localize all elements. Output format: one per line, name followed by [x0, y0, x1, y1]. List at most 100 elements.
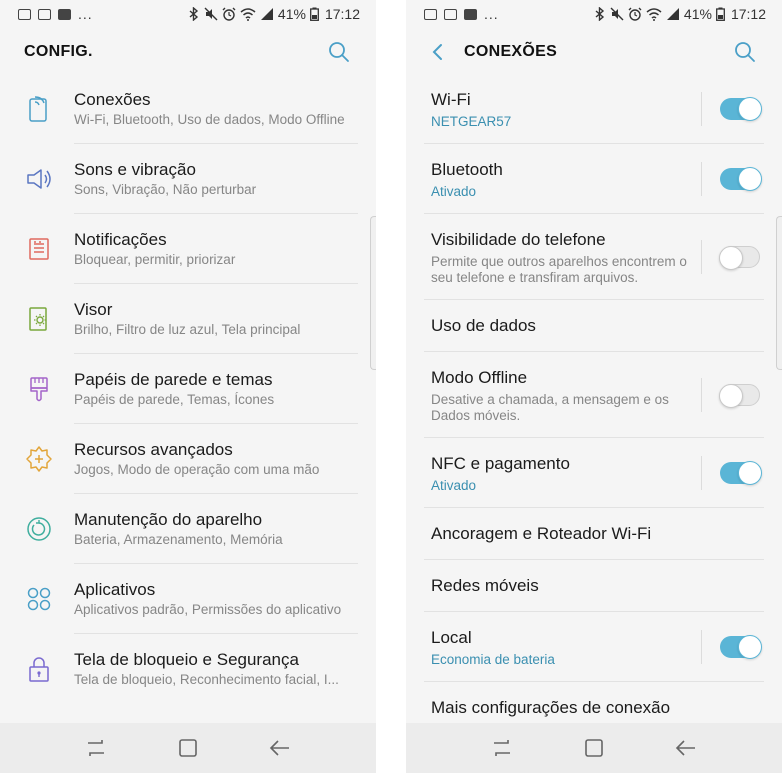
- clock: 17:12: [730, 6, 766, 22]
- connections-item-title: Uso de dados: [431, 316, 536, 335]
- alarm-icon: [222, 7, 236, 21]
- toggle-switch[interactable]: [720, 635, 762, 659]
- settings-item-title: Sons e vibração: [74, 160, 196, 179]
- connections-item[interactable]: Redes móveis: [406, 560, 782, 612]
- battery-percent: 41%: [277, 6, 306, 22]
- settings-item-notifications[interactable]: Notificações Bloquear, permitir, prioriz…: [0, 214, 376, 284]
- connections-item-text: Redes móveis: [431, 575, 760, 597]
- home-icon: [585, 739, 603, 757]
- toggle-knob: [738, 635, 762, 659]
- connections-item[interactable]: Ancoragem e Roteador Wi-Fi: [406, 508, 782, 560]
- settings-item-display[interactable]: Visor Brilho, Filtro de luz azul, Tela p…: [0, 284, 376, 354]
- toggle-knob: [719, 246, 743, 270]
- connections-item-title: Local: [431, 627, 472, 647]
- connections-item-text: Uso de dados: [431, 315, 760, 337]
- settings-item-subtitle: Tela de bloqueio, Reconhecimento facial,…: [74, 672, 339, 687]
- settings-item-subtitle: Papéis de parede, Temas, Ícones: [74, 392, 275, 407]
- toggle-switch[interactable]: [720, 97, 762, 121]
- settings-item-text: Tela de bloqueio e Segurança Tela de blo…: [74, 649, 376, 689]
- settings-item-subtitle: Brilho, Filtro de luz azul, Tela princip…: [74, 322, 301, 337]
- toggle-knob: [738, 461, 762, 485]
- settings-item-title: Notificações: [74, 230, 167, 249]
- left-scrollbar-handle[interactable]: [370, 216, 376, 370]
- settings-item-gear-plus[interactable]: Recursos avançados Jogos, Modo de operaç…: [0, 424, 376, 494]
- alarm-icon: [628, 7, 642, 21]
- bluetooth-icon: [189, 7, 198, 21]
- settings-item-text: Recursos avançados Jogos, Modo de operaç…: [74, 439, 376, 479]
- connections-item-text: Modo Offline Desative a chamada, a mensag…: [431, 367, 687, 424]
- connections-item-text: Wi-Fi NETGEAR57: [431, 89, 687, 130]
- connections-item-subtitle: NETGEAR57: [431, 113, 512, 129]
- app-notification-icon: [58, 8, 71, 20]
- connections-item[interactable]: Uso de dados: [406, 300, 782, 352]
- toggle-switch[interactable]: [720, 167, 762, 191]
- connections-item[interactable]: Bluetooth Ativado: [406, 144, 782, 214]
- header: CONFIG.: [0, 30, 376, 74]
- wifi-icon: [646, 7, 662, 21]
- toggle-switch[interactable]: [719, 384, 760, 408]
- settings-item-subtitle: Bloquear, permitir, priorizar: [74, 252, 236, 267]
- settings-item-subtitle: Sons, Vibração, Não perturbar: [74, 182, 257, 197]
- toggle-divider: [701, 240, 702, 274]
- search-button[interactable]: [326, 39, 352, 65]
- email-notification-icon: [424, 8, 437, 20]
- toggle-divider: [701, 630, 702, 664]
- settings-item-speaker[interactable]: Sons e vibração Sons, Vibração, Não pert…: [0, 144, 376, 214]
- back-arrow-icon: [269, 740, 289, 756]
- connections-list: Wi-Fi NETGEAR57 Bluetooth Ativado Visibili…: [406, 74, 782, 734]
- settings-item-lock[interactable]: Tela de bloqueio e Segurança Tela de blo…: [0, 634, 376, 704]
- recents-button[interactable]: [82, 734, 110, 762]
- display-icon: [0, 284, 74, 354]
- settings-item-connections[interactable]: Conexões Wi-Fi, Bluetooth, Uso de dados,…: [0, 74, 376, 144]
- email-notification-icon: [18, 8, 31, 20]
- right-scrollbar-handle[interactable]: [776, 216, 782, 370]
- home-button[interactable]: [174, 734, 202, 762]
- brush-icon: [0, 354, 74, 424]
- back-nav-button[interactable]: [426, 37, 448, 67]
- toggle-divider: [701, 162, 702, 196]
- connections-item-subtitle: Economia de bateria: [431, 651, 555, 667]
- signal-icon: [260, 8, 273, 20]
- speaker-icon: [0, 144, 74, 214]
- settings-item-title: Papéis de parede e temas: [74, 370, 273, 389]
- toggle-knob: [719, 384, 743, 408]
- back-button[interactable]: [266, 734, 294, 762]
- navigation-bar: [406, 723, 782, 773]
- settings-item-text: Notificações Bloquear, permitir, prioriz…: [74, 229, 376, 269]
- home-button[interactable]: [580, 734, 608, 762]
- gallery-notification-icon: [444, 8, 457, 20]
- settings-item-text: Conexões Wi-Fi, Bluetooth, Uso de dados,…: [74, 89, 376, 129]
- page-title: CONFIG.: [24, 43, 93, 60]
- connections-icon: [0, 74, 74, 144]
- toggle-switch[interactable]: [719, 246, 760, 270]
- connections-item[interactable]: Wi-Fi NETGEAR57: [406, 74, 782, 144]
- search-button[interactable]: [732, 39, 758, 65]
- connections-item-text: Ancoragem e Roteador Wi-Fi: [431, 523, 760, 545]
- connections-screen: ... 41% 17:12 CONEXÕES Wi-Fi NETGEAR57 Bl…: [406, 0, 782, 773]
- toggle-divider: [701, 378, 702, 412]
- connections-item[interactable]: Modo Offline Desative a chamada, a mensag…: [406, 352, 782, 438]
- signal-icon: [666, 8, 679, 20]
- settings-item-text: Visor Brilho, Filtro de luz azul, Tela p…: [74, 299, 376, 339]
- settings-item-title: Tela de bloqueio e Segurança: [74, 650, 299, 669]
- app-notification-icon: [464, 8, 477, 20]
- connections-item[interactable]: Visibilidade do telefone Permite que outr…: [406, 214, 782, 300]
- screen-separator: [370, 0, 406, 773]
- settings-screen: ... 41% 17:12 CONFIG. Conexões Wi-Fi, Bl…: [0, 0, 376, 773]
- toggle-switch[interactable]: [720, 461, 762, 485]
- settings-item-brush[interactable]: Papéis de parede e temas Papéis de pared…: [0, 354, 376, 424]
- connections-item[interactable]: NFC e pagamento Ativado: [406, 438, 782, 508]
- connections-item[interactable]: Local Economia de bateria: [406, 612, 782, 682]
- recents-icon: [88, 740, 104, 756]
- connections-item-title: Ancoragem e Roteador Wi-Fi: [431, 524, 652, 543]
- mute-icon: [610, 7, 624, 21]
- connections-item-text: Visibilidade do telefone Permite que outr…: [431, 229, 687, 286]
- recents-button[interactable]: [488, 734, 516, 762]
- connections-item-text: Mais configurações de conexão: [431, 697, 760, 719]
- back-button[interactable]: [672, 734, 700, 762]
- settings-item-maintenance[interactable]: Manutenção do aparelho Bateria, Armazena…: [0, 494, 376, 564]
- gallery-notification-icon: [38, 8, 51, 20]
- settings-item-apps[interactable]: Aplicativos Aplicativos padrão, Permissõ…: [0, 564, 376, 634]
- recents-icon: [494, 740, 510, 756]
- settings-item-text: Papéis de parede e temas Papéis de pared…: [74, 369, 376, 409]
